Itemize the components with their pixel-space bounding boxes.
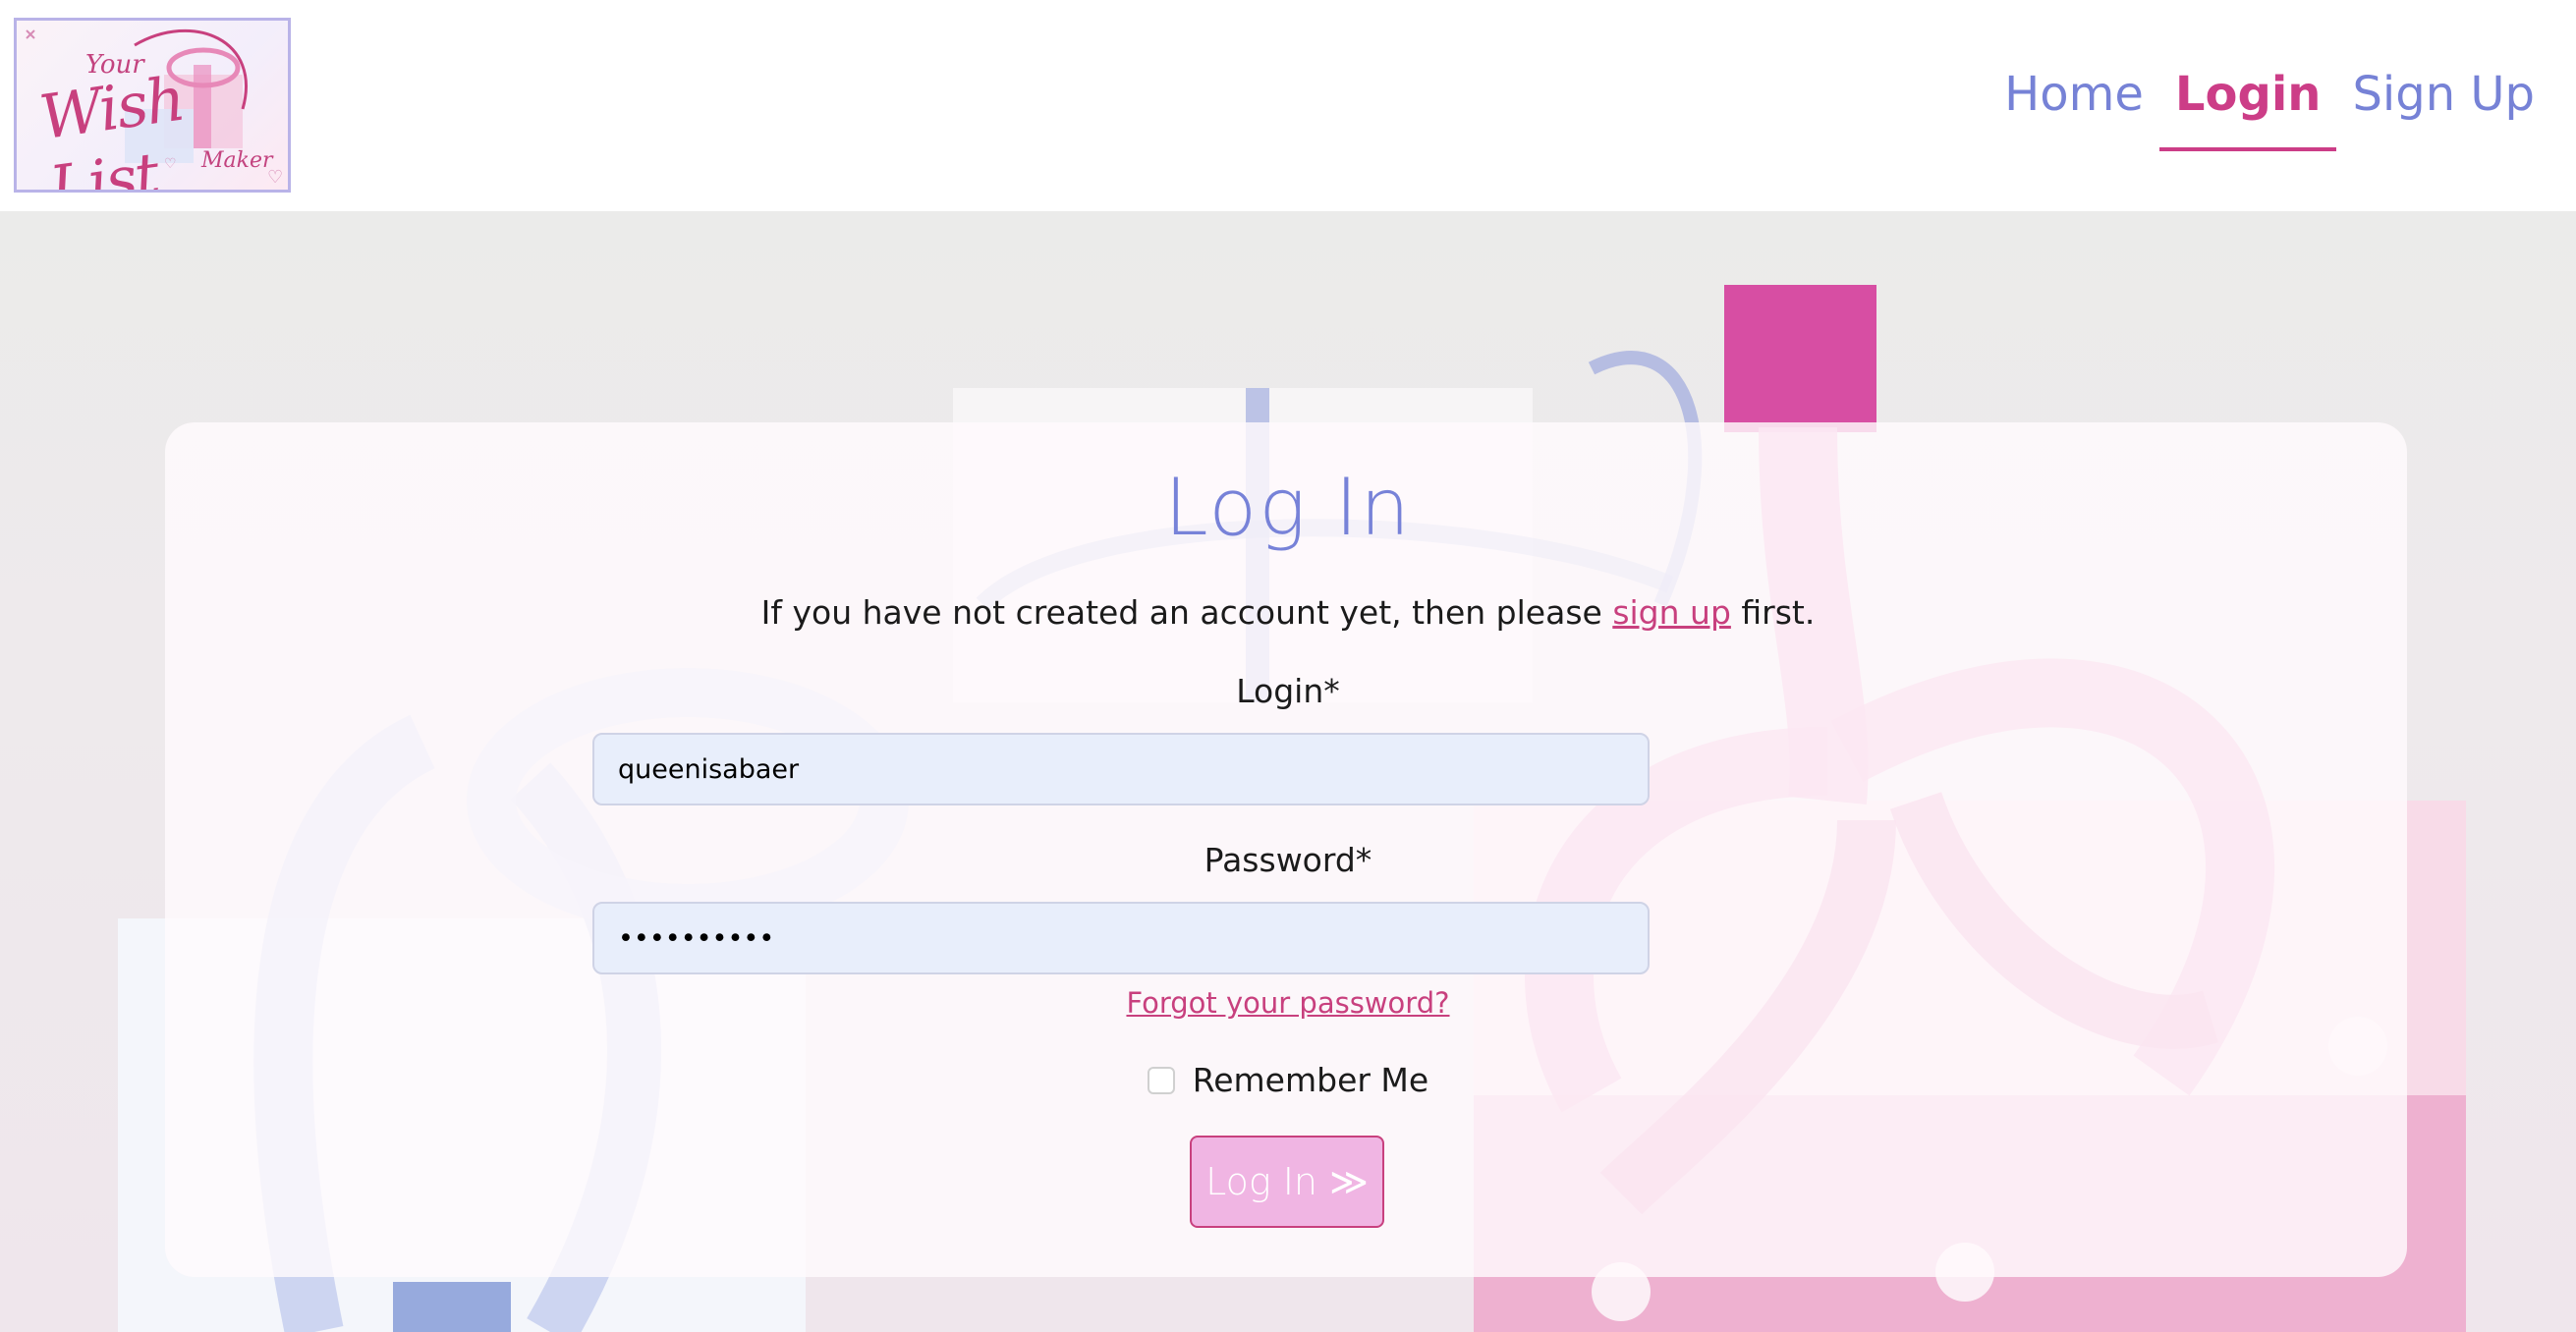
remember-me-label: Remember Me	[1192, 1061, 1429, 1099]
signup-prompt-suffix: first.	[1730, 593, 1816, 632]
nav-login[interactable]: Login	[2158, 67, 2337, 151]
nav-home[interactable]: Home	[1988, 67, 2159, 151]
sign-up-link[interactable]: sign up	[1612, 593, 1731, 632]
password-input[interactable]	[592, 902, 1650, 974]
nav-links: Home Login Sign Up	[1988, 67, 2550, 151]
nav-sign-up[interactable]: Sign Up	[2336, 67, 2550, 151]
remember-me-checkbox[interactable]	[1147, 1066, 1175, 1094]
signup-prompt: If you have not created an account yet, …	[0, 593, 2576, 632]
logo-text-maker: Maker	[201, 148, 273, 173]
remember-me-row: Remember Me	[0, 1061, 2576, 1099]
signup-prompt-prefix: If you have not created an account yet, …	[760, 593, 1613, 632]
forgot-password-row: Forgot your password?	[0, 986, 2576, 1020]
forgot-password-link[interactable]: Forgot your password?	[1126, 986, 1449, 1020]
navbar: ♡ ♡ Your Wish List Maker Home Login Sign…	[0, 0, 2576, 211]
login-submit-button[interactable]: Log In ≫	[1190, 1136, 1384, 1228]
login-input[interactable]	[592, 733, 1650, 805]
wish-list-maker-logo[interactable]: ♡ ♡ Your Wish List Maker	[14, 18, 291, 193]
